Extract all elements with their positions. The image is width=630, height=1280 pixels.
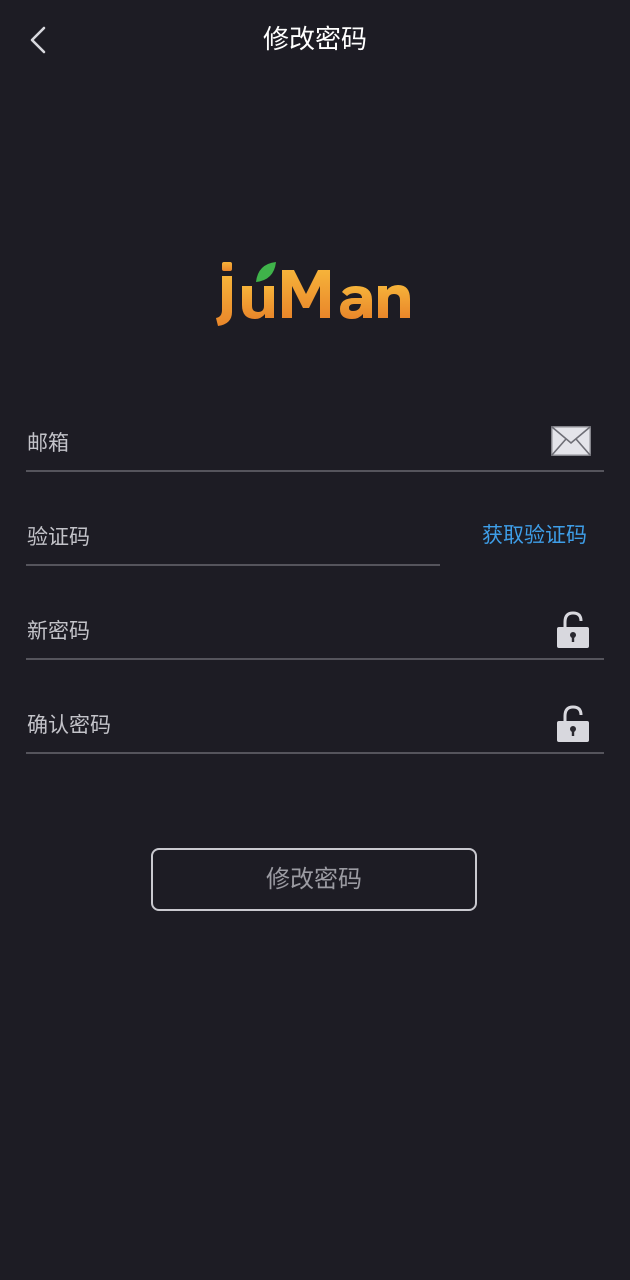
new-password-field[interactable]: 新密码 — [26, 600, 604, 660]
juman-logo-icon — [216, 262, 410, 326]
new-password-underline — [26, 658, 604, 660]
lock-icon[interactable] — [555, 704, 591, 744]
confirm-password-field[interactable]: 确认密码 — [26, 694, 604, 754]
lock-icon[interactable] — [555, 610, 591, 650]
confirm-password-underline — [26, 752, 604, 754]
get-code-button[interactable]: 获取验证码 — [482, 520, 587, 550]
new-password-label: 新密码 — [27, 619, 90, 643]
app-logo — [214, 252, 418, 332]
change-password-button[interactable]: 修改密码 — [151, 848, 477, 911]
code-label: 验证码 — [27, 525, 90, 549]
code-underline — [26, 564, 440, 566]
mail-icon[interactable] — [551, 426, 591, 456]
page-title: 修改密码 — [262, 25, 367, 55]
header: 修改密码 — [0, 0, 630, 80]
confirm-password-label: 确认密码 — [27, 713, 111, 737]
email-label: 邮箱 — [27, 431, 69, 455]
email-underline — [26, 470, 604, 472]
email-field[interactable]: 邮箱 — [26, 412, 604, 472]
code-field[interactable]: 验证码 — [26, 506, 440, 566]
